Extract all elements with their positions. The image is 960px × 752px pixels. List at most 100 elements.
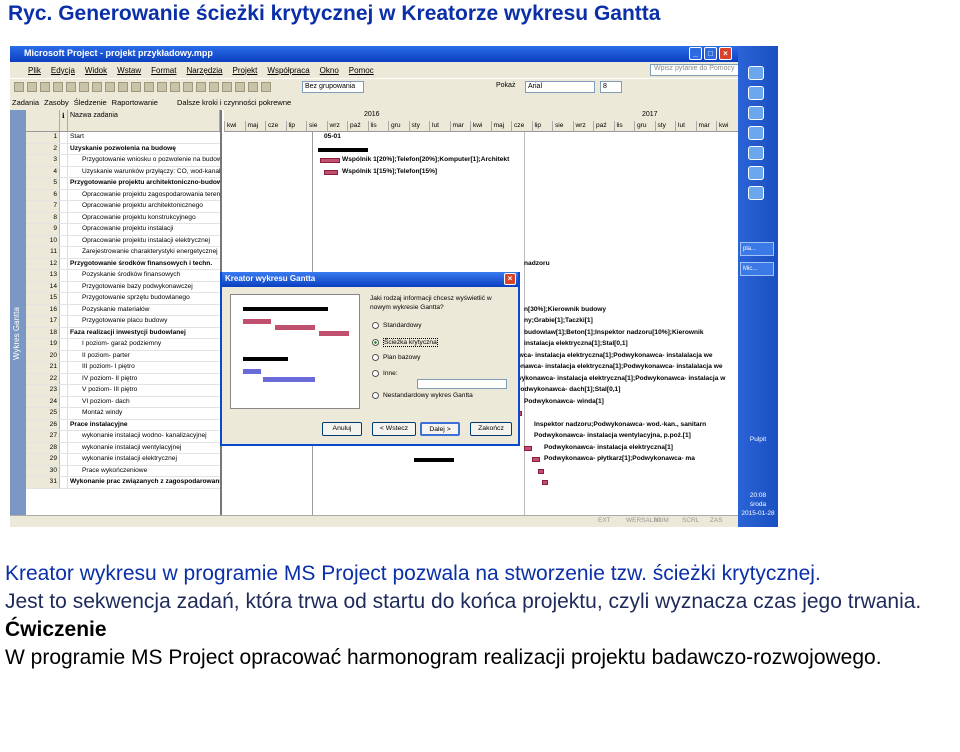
toolbar-button-icon[interactable] — [144, 82, 154, 92]
task-name[interactable]: Start — [68, 132, 220, 143]
table-row[interactable]: 29 wykonanie instalacji elektrycznej — [26, 454, 220, 466]
toolbar-button-icon[interactable] — [53, 82, 63, 92]
toolbar-button-icon[interactable] — [66, 82, 76, 92]
table-row[interactable]: 16 Pozyskanie materiałów — [26, 304, 220, 316]
option-baseline[interactable]: Plan bazowy — [372, 354, 420, 361]
menu-item[interactable]: Format — [151, 66, 176, 75]
table-row[interactable]: 12 Przygotowanie środków finansowych i te… — [26, 258, 220, 270]
close-button[interactable]: × — [719, 47, 732, 60]
toolbar-button-icon[interactable] — [105, 82, 115, 92]
group-select[interactable]: Bez grupowania — [302, 81, 364, 93]
task-name[interactable]: Przygotowanie wniosku o pozwolenie na bu… — [68, 155, 220, 166]
table-row[interactable]: 23 V poziom- III piętro — [26, 385, 220, 397]
taskbar-app-2[interactable]: Mic... — [740, 262, 774, 276]
table-row[interactable]: 18 Faza realizacji inwestycji budowlanej — [26, 327, 220, 339]
task-name[interactable]: Pozyskanie materiałów — [68, 305, 220, 316]
cancel-button[interactable]: Anuluj — [322, 422, 362, 436]
menu-item[interactable]: Projekt — [233, 66, 258, 75]
menu-item[interactable]: Narzędzia — [186, 66, 222, 75]
task-name[interactable]: Prace wykończeniowe — [68, 466, 220, 477]
task-name[interactable]: IV poziom- II piętro — [68, 374, 220, 385]
toolbar-button-icon[interactable] — [222, 82, 232, 92]
table-row[interactable]: 1 Start — [26, 132, 220, 144]
task-bar[interactable] — [542, 480, 548, 485]
menu-item[interactable]: Okno — [320, 66, 339, 75]
toolbar-button-icon[interactable] — [79, 82, 89, 92]
menu-item[interactable]: Pomoc — [349, 66, 374, 75]
table-row[interactable]: 5 Przygotowanie projektu architektoniczno… — [26, 178, 220, 190]
task-name[interactable]: V poziom- III piętro — [68, 385, 220, 396]
tab-tracking[interactable]: Śledzenie — [74, 98, 107, 107]
toolbar-button-icon[interactable] — [157, 82, 167, 92]
view-bar[interactable]: Wykres Gantta — [10, 110, 26, 515]
desktop-label[interactable]: Pulpit — [738, 436, 778, 443]
table-row[interactable]: 15 Przygotowanie sprzętu budowlanego — [26, 293, 220, 305]
menu-item[interactable]: Plik — [28, 66, 41, 75]
table-row[interactable]: 14 Przygotowanie bazy podwykonawczej — [26, 281, 220, 293]
option-standard[interactable]: Standardowy — [372, 322, 422, 329]
maximize-button[interactable]: □ — [704, 47, 717, 60]
task-bar[interactable] — [538, 468, 544, 474]
toolbar-button-icon[interactable] — [27, 82, 37, 92]
task-name[interactable]: Uzyskanie warunków przyłączy: CO, wod-ka… — [68, 167, 220, 178]
table-row[interactable]: 3 Przygotowanie wniosku o pozwolenie na b… — [26, 155, 220, 167]
task-name[interactable]: Uzyskanie pozwolenia na budowę — [68, 144, 220, 155]
table-row[interactable]: 8 Opracowanie projektu konstrukcyjnego — [26, 212, 220, 224]
task-bar[interactable] — [524, 445, 532, 451]
next-steps-menu[interactable]: Dalsze kroki i czynności pokrewne — [177, 98, 291, 107]
tab-reporting[interactable]: Raportowanie — [112, 98, 158, 107]
toolbar-button-icon[interactable] — [131, 82, 141, 92]
toolbar-button-icon[interactable] — [196, 82, 206, 92]
task-name[interactable]: wykonanie instalacji elektrycznej — [68, 454, 220, 465]
summary-bar[interactable] — [318, 147, 368, 152]
table-row[interactable]: 13 Pozyskanie środków finansowych — [26, 270, 220, 282]
toolbar-button-icon[interactable] — [40, 82, 50, 92]
summary-bar[interactable] — [414, 458, 454, 462]
other-select[interactable] — [417, 379, 507, 389]
table-row[interactable]: 7 Opracowanie projektu architektonicznego — [26, 201, 220, 213]
table-row[interactable]: 24 VI poziom- dach — [26, 396, 220, 408]
table-row[interactable]: 9 Opracowanie projektu instalacji — [26, 224, 220, 236]
task-name[interactable]: Przygotowanie projektu architektoniczno-… — [68, 178, 220, 189]
task-name[interactable]: Faza realizacji inwestycji budowlanej — [68, 328, 220, 339]
app-icon[interactable] — [748, 106, 764, 120]
option-custom[interactable]: Nestandardowy wykres Gantta — [372, 392, 473, 399]
dialog-close-button[interactable]: × — [504, 273, 516, 285]
app-icon[interactable] — [748, 186, 764, 200]
task-bar[interactable] — [320, 158, 340, 163]
option-other[interactable]: Inne: — [372, 370, 398, 377]
task-name[interactable]: Opracowanie projektu zagospodarowania te… — [68, 190, 220, 201]
table-row[interactable]: 30 Prace wykończeniowe — [26, 465, 220, 477]
task-name[interactable]: Wykonanie prac związanych z zagospodarow… — [68, 477, 220, 488]
table-row[interactable]: 17 Przygotowanie placu budowy — [26, 316, 220, 328]
toolbar-button-icon[interactable] — [183, 82, 193, 92]
task-bar[interactable] — [324, 169, 338, 175]
taskbar-app-1[interactable]: pla... — [740, 242, 774, 256]
help-search-input[interactable]: Wpisz pytanie do Pomocy — [650, 64, 742, 76]
finish-button[interactable]: Zakończ — [470, 422, 512, 436]
task-name[interactable]: Opracowanie projektu architektonicznego — [68, 201, 220, 212]
tab-resources[interactable]: Zasoby — [44, 98, 69, 107]
table-row[interactable]: 22 IV poziom- II piętro — [26, 373, 220, 385]
task-name[interactable]: II poziom- parter — [68, 351, 220, 362]
table-row[interactable]: 21 III poziom- I piętro — [26, 362, 220, 374]
toolbar-button-icon[interactable] — [92, 82, 102, 92]
option-critical-path[interactable]: Ścieżka krytyczna — [372, 338, 438, 347]
toolbar-button-icon[interactable] — [209, 82, 219, 92]
back-button[interactable]: < Wstecz — [372, 422, 416, 436]
menu-item[interactable]: Wstaw — [117, 66, 141, 75]
table-row[interactable]: 28 wykonanie instalacji wentylacyjnej — [26, 442, 220, 454]
task-name[interactable]: VI poziom- dach — [68, 397, 220, 408]
table-row[interactable]: 4 Uzyskanie warunków przyłączy: CO, wod-k… — [26, 166, 220, 178]
table-row[interactable]: 25 Montaż windy — [26, 408, 220, 420]
task-name[interactable]: Przygotowanie bazy podwykonawczej — [68, 282, 220, 293]
task-name[interactable]: Przygotowanie środków finansowych i tech… — [68, 259, 220, 270]
menu-item[interactable]: Widok — [85, 66, 107, 75]
toolbar-button-icon[interactable] — [235, 82, 245, 92]
font-size-select[interactable]: 8 — [600, 81, 622, 93]
app-icon[interactable] — [748, 66, 764, 80]
task-name[interactable]: Pozyskanie środków finansowych — [68, 270, 220, 281]
toolbar-button-icon[interactable] — [14, 82, 24, 92]
font-select[interactable]: Arial — [525, 81, 595, 93]
column-task-name[interactable]: Nazwa zadania — [68, 110, 220, 131]
